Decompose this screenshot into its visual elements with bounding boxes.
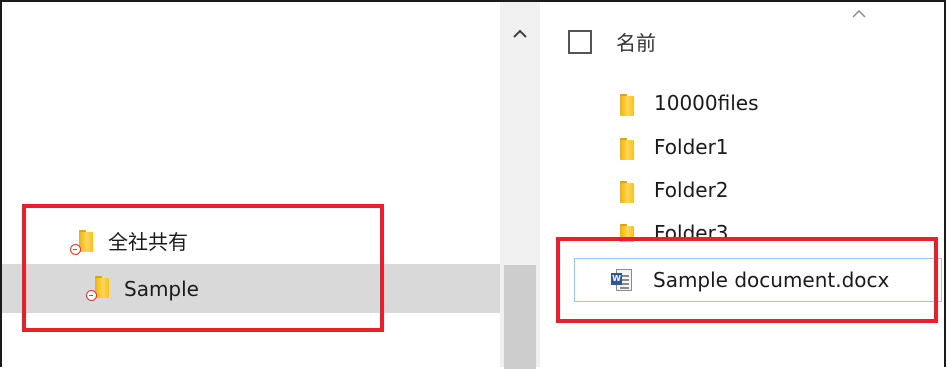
file-name: Folder1: [654, 135, 729, 159]
file-row[interactable]: 10000files: [540, 82, 944, 124]
nav-scrollbar[interactable]: [500, 2, 540, 369]
highlight-box-file: [556, 237, 938, 323]
scroll-thumb[interactable]: [504, 265, 536, 369]
folder-icon: [620, 181, 634, 203]
file-row[interactable]: Folder2: [540, 169, 944, 211]
caret-up-icon[interactable]: [510, 24, 530, 44]
file-row[interactable]: Folder1: [540, 126, 944, 168]
highlight-box-nav: [22, 204, 384, 332]
file-name: Folder2: [654, 178, 729, 202]
file-name: 10000files: [654, 91, 759, 115]
folder-icon: [620, 94, 634, 116]
file-list: 10000files Folder1 Folder2 Folder3: [540, 2, 944, 242]
folder-icon: [620, 138, 634, 160]
